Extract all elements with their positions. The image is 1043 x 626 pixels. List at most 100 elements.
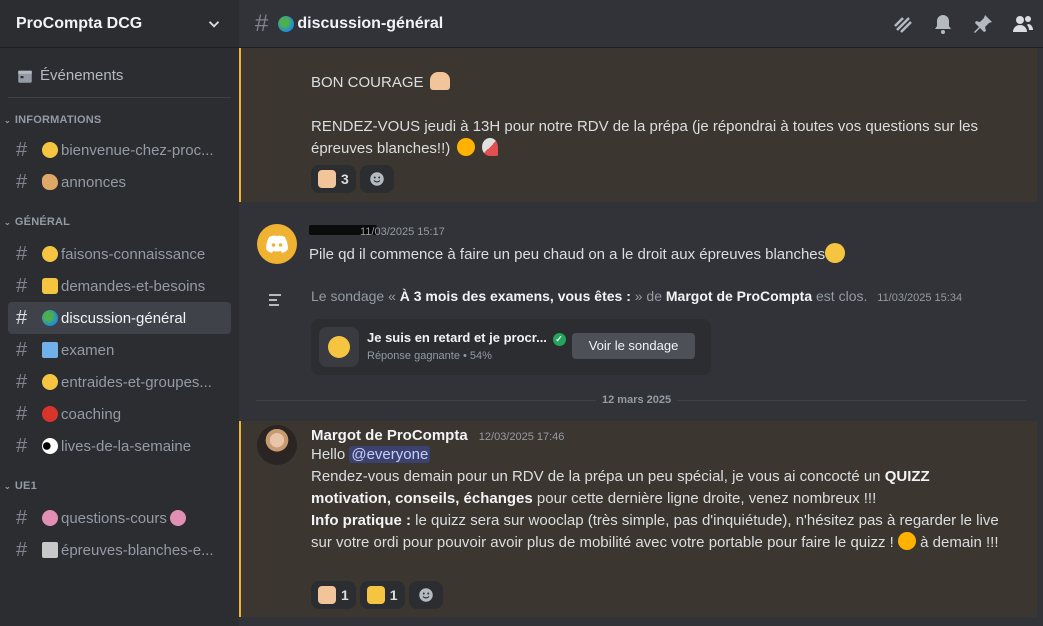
hash-icon: # [16, 402, 28, 425]
category-informations[interactable]: ⌄ INFORMATIONS [0, 110, 239, 130]
raising-hand-emoji-icon [169, 510, 186, 526]
channel-examen[interactable]: # examen [8, 334, 231, 366]
paragraph-text: le quizz sera sur wooclap (très simple, … [311, 512, 999, 551]
channel-coaching[interactable]: # coaching [8, 398, 231, 430]
server-header[interactable]: ProCompta DCG [0, 0, 239, 48]
pin-icon[interactable] [971, 12, 995, 36]
smiley-add-icon [370, 172, 384, 186]
message-line: RENDEZ-VOUS jeudi à 13H pour notre RDV d… [311, 118, 978, 157]
boxing-glove-emoji-icon [42, 406, 58, 422]
channel-entraides[interactable]: # entraides-et-groupes... [8, 366, 231, 398]
poll-author[interactable]: Margot de ProCompta [666, 288, 812, 304]
reactions-bar: 3 [311, 165, 394, 193]
channel-annonces[interactable]: # annonces [8, 166, 231, 198]
raising-hand-emoji-icon [42, 510, 58, 526]
message-text: Hello @everyone Rendez-vous demain pour … [311, 444, 1001, 554]
discord-logo-icon [266, 235, 288, 253]
bell-icon[interactable] [931, 12, 955, 36]
bold-text: Info pratique : [311, 512, 411, 529]
channel-sidebar: ProCompta DCG Événements ⌄ INFORMATIONS #… [0, 0, 239, 626]
ear-emoji-icon [42, 174, 58, 190]
poll-result-card: Je suis en retard et je procr... ✓ Répon… [311, 319, 711, 375]
category-ue1[interactable]: ⌄ UE1 [0, 476, 239, 496]
message: 11/03/2025 15:17 Pile qd il commence à f… [239, 202, 1043, 282]
message-text: RENDEZ-VOUS jeudi à 13H pour notre RDV d… [311, 116, 991, 160]
reaction-count: 1 [389, 587, 398, 603]
poll-result-summary: Réponse gagnante • 54% [367, 350, 492, 362]
poll-icon [269, 294, 281, 306]
hash-icon: # [16, 538, 28, 561]
hash-icon: # [16, 274, 28, 297]
category-label: UE1 [14, 480, 37, 492]
pointing-emoji-icon [42, 278, 58, 294]
author-name[interactable]: Margot de ProCompta [311, 427, 468, 444]
date-divider: 12 mars 2025 [256, 391, 1026, 411]
events-item[interactable]: Événements [8, 54, 231, 98]
members-icon[interactable] [1011, 12, 1035, 36]
poll-notice-text: Le sondage « À 3 mois des examens, vous … [311, 288, 962, 304]
globe-emoji-icon [278, 15, 295, 32]
channel-bienvenue[interactable]: # bienvenue-chez-proc... [8, 134, 231, 166]
handshake-emoji-icon [42, 374, 58, 390]
message-highlighted: BON COURAGE RENDEZ-VOUS jeudi à 13H pour… [239, 48, 1037, 202]
paragraph-text: Rendez-vous demain pour un RDV de la pré… [311, 468, 881, 485]
channel-faisons-connaissance[interactable]: # faisons-connaissance [8, 238, 231, 270]
clipboard-emoji-icon [42, 542, 58, 558]
winning-answer: Je suis en retard et je procr... ✓ [367, 330, 566, 346]
threads-icon[interactable] [891, 12, 915, 36]
hash-icon: # [16, 242, 28, 265]
hash-icon: # [255, 9, 269, 37]
reaction-thumbs-up-yellow[interactable]: 1 [359, 581, 405, 609]
reaction-thumbs-up-light[interactable]: 1 [311, 581, 356, 609]
add-reaction-button[interactable] [408, 581, 443, 609]
collapse-icon: ⌄ [4, 481, 11, 491]
hash-icon: # [16, 506, 28, 529]
server-name: ProCompta DCG [16, 14, 143, 32]
channel-title: discussion-général [297, 14, 444, 32]
message-header: Margot de ProCompta 12/03/2025 17:46 [311, 425, 564, 444]
reaction-thumbs-up[interactable]: 3 [311, 165, 356, 193]
message-line: Pile qd il commence à faire un peu chaud… [309, 246, 826, 263]
avatar[interactable] [257, 224, 297, 264]
channel-label: lives-de-la-semaine [61, 437, 192, 455]
winning-answer-emoji [319, 327, 359, 367]
thumbs-up-emoji-icon [318, 170, 336, 188]
poll-notice-suffix: est clos. [816, 288, 868, 304]
hash-icon: # [16, 306, 28, 329]
channel-label: bienvenue-chez-proc... [61, 141, 214, 159]
channel-label: coaching [61, 405, 122, 423]
relieved-face-emoji-icon [825, 243, 846, 263]
channel-questions-cours[interactable]: # questions-cours [8, 502, 231, 534]
category-general[interactable]: ⌄ GÉNÉRAL [0, 212, 239, 232]
hash-icon: # [16, 370, 28, 393]
add-reaction-button[interactable] [359, 165, 394, 193]
poll-question: À 3 mois des examens, vous êtes : [399, 288, 631, 304]
channel-discussion-general[interactable]: # discussion-général [8, 302, 231, 334]
eyes-emoji-icon [42, 438, 58, 454]
paragraph-text: pour cette dernière ligne droite, venez … [536, 490, 877, 507]
hash-icon: # [16, 434, 28, 457]
channel-label: discussion-général [61, 309, 187, 327]
channel-header: # discussion-général [239, 0, 1043, 48]
paragraph-text: à demain !!! [920, 534, 999, 551]
view-poll-button[interactable]: Voir le sondage [572, 333, 695, 359]
avatar[interactable] [257, 425, 297, 465]
channel-lives[interactable]: # lives-de-la-semaine [8, 430, 231, 462]
message-list: BON COURAGE RENDEZ-VOUS jeudi à 13H pour… [239, 48, 1043, 626]
winning-answer-text: Je suis en retard et je procr... [367, 330, 547, 345]
channel-label: entraides-et-groupes... [61, 373, 212, 391]
poll-closed-notice: Le sondage « À 3 mois des examens, vous … [239, 282, 1043, 382]
channel-label: annonces [61, 173, 127, 191]
channel-label: épreuves-blanches-e... [61, 541, 214, 559]
channel-epreuves-blanches[interactable]: # épreuves-blanches-e... [8, 534, 231, 566]
everyone-mention[interactable]: @everyone [349, 446, 431, 463]
sun-emoji-icon [457, 138, 476, 156]
category-label: INFORMATIONS [14, 114, 102, 126]
header-toolbar [891, 12, 1035, 36]
globe-emoji-icon [42, 310, 58, 326]
channel-demandes-et-besoins[interactable]: # demandes-et-besoins [8, 270, 231, 302]
poll-notice-middle: » de [634, 288, 662, 304]
school-emoji-icon [42, 342, 58, 358]
wave-emoji-icon [42, 246, 58, 262]
message-timestamp: 12/03/2025 17:46 [478, 431, 565, 443]
